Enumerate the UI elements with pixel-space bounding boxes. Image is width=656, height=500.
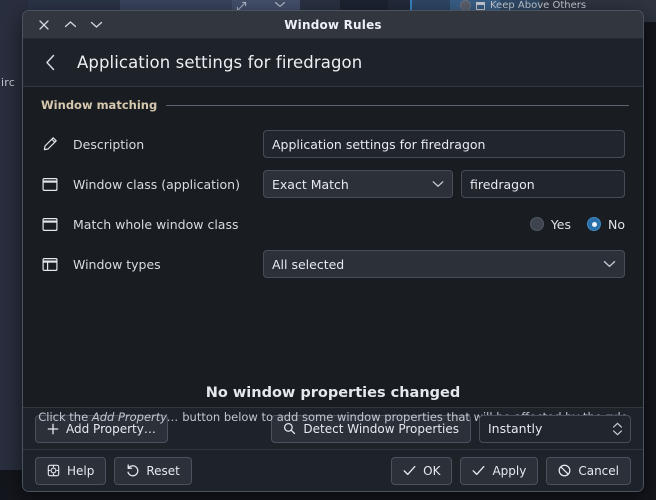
label-description: Description — [73, 136, 145, 152]
chevron-down-icon — [603, 260, 616, 269]
window-class-match-mode-select[interactable]: Exact Match — [263, 170, 453, 198]
window-types-value: All selected — [272, 256, 345, 272]
row-label-description: Description — [41, 135, 263, 153]
undo-icon — [126, 464, 139, 477]
chevron-up-icon[interactable] — [57, 12, 83, 38]
window-class-input[interactable] — [461, 170, 625, 198]
row-window-types: Window types All selected — [41, 244, 625, 284]
match-whole-class-radio-group: Yes No — [529, 216, 625, 232]
radio-yes[interactable]: Yes — [529, 216, 571, 232]
help-button[interactable]: Help — [35, 456, 107, 485]
apply-button[interactable]: Apply — [460, 456, 539, 485]
radio-indicator-yes[interactable] — [529, 217, 544, 231]
ok-button[interactable]: OK — [391, 456, 453, 485]
row-window-class: Window class (application) Exact Match — [41, 164, 625, 204]
cancel-label: Cancel — [578, 463, 619, 478]
back-button[interactable] — [37, 50, 63, 76]
cancel-button[interactable]: Cancel — [546, 456, 631, 485]
window-class-match-mode-value: Exact Match — [272, 176, 349, 192]
footer-actions: OK Apply Cancel — [391, 456, 631, 485]
reset-label: Reset — [146, 463, 180, 478]
chevron-down-icon — [432, 180, 444, 188]
window-rules-dialog: Window Rules Application settings for fi… — [22, 10, 644, 492]
window-types-icon — [41, 255, 59, 273]
check-icon — [403, 465, 416, 476]
ok-label: OK — [423, 463, 441, 478]
radio-indicator-no[interactable] — [587, 217, 601, 231]
dialog-titlebar: Window Rules — [23, 11, 643, 39]
plus-icon — [47, 423, 59, 435]
cancel-icon — [558, 464, 571, 477]
field-match-whole-class: Yes No — [263, 217, 625, 232]
row-match-whole-class: Match whole window class Yes No — [41, 204, 625, 244]
dialog-body: Window matching Description Application … — [23, 87, 643, 424]
detect-delay-select[interactable]: Instantly — [479, 414, 631, 443]
field-window-types: All selected — [263, 250, 625, 278]
label-window-class: Window class (application) — [73, 176, 240, 192]
reset-button[interactable]: Reset — [114, 456, 192, 485]
field-window-class: Exact Match — [263, 170, 625, 198]
dialog-header: Application settings for firedragon — [23, 39, 643, 87]
close-icon[interactable] — [31, 12, 57, 38]
row-label-window-types: Window types — [41, 255, 263, 273]
group-title: Window matching — [41, 98, 158, 112]
field-description — [263, 130, 625, 158]
window-matching-group-header: Window matching — [35, 87, 631, 112]
radio-label-yes: Yes — [550, 216, 571, 232]
label-window-types: Window types — [73, 256, 161, 272]
group-separator — [166, 104, 629, 106]
radio-label-no: No — [608, 216, 625, 232]
apply-label: Apply — [492, 463, 527, 478]
window-icon — [41, 175, 59, 193]
radio-no[interactable]: No — [587, 217, 625, 232]
window-matching-form: Description Window class (application) — [35, 112, 631, 284]
row-label-match-whole-class: Match whole window class — [41, 215, 263, 233]
description-input[interactable] — [263, 130, 625, 158]
window-types-select[interactable]: All selected — [263, 250, 625, 278]
spinner-arrows-icon[interactable] — [612, 421, 623, 436]
window-icon — [476, 1, 485, 10]
window-icon — [41, 215, 59, 233]
empty-state-subtitle-emphasis: Add Property… — [91, 410, 179, 424]
label-match-whole-class: Match whole window class — [73, 216, 239, 232]
row-label-window-class: Window class (application) — [41, 175, 263, 193]
help-label: Help — [67, 463, 95, 478]
check-icon — [472, 465, 485, 476]
row-description: Description — [41, 124, 625, 164]
dialog-footer: Help Reset OK Apply Cancel — [23, 449, 643, 491]
page-title: Application settings for firedragon — [77, 53, 363, 72]
background-app-label: irc — [1, 76, 15, 89]
pencil-icon — [41, 135, 59, 153]
help-icon — [47, 464, 60, 477]
detect-delay-value: Instantly — [488, 421, 543, 436]
chevron-down-icon[interactable] — [83, 12, 109, 38]
empty-state-subtitle-before: Click the — [38, 410, 92, 424]
empty-state-title: No window properties changed — [205, 385, 461, 401]
window-title: Window Rules — [284, 17, 382, 32]
